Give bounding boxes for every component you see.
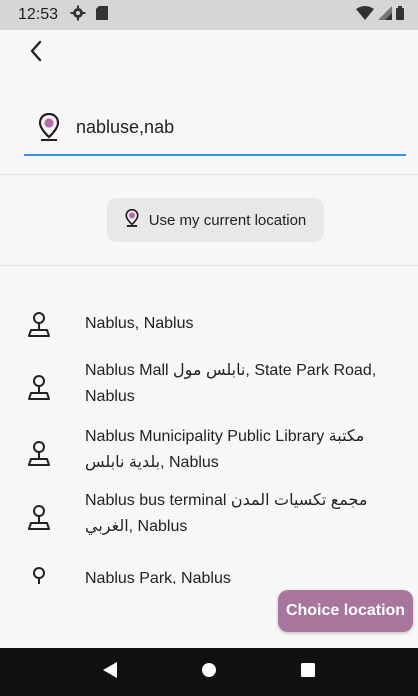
use-current-location-label: Use my current location [148,211,307,229]
wifi-icon [356,5,374,25]
result-text: Nablus Municipality Public Library مكتبة… [85,428,365,471]
result-text: Nablus bus terminal مجمع تكسيات المدن ال… [85,492,368,535]
results-list: Nablus, Nablus Nablus Mall نابلس مول, St… [0,298,418,584]
battery-icon [396,5,404,25]
search-field[interactable] [24,100,406,156]
nav-recents-button[interactable] [288,652,328,692]
sim-card-icon [96,5,109,25]
gear-icon [70,5,86,26]
map-pin-icon [27,311,51,337]
map-pin-icon [27,374,51,400]
result-text: Nablus, Nablus [85,315,194,332]
divider [0,174,418,175]
nav-home-button[interactable] [189,652,229,692]
recents-square-icon [300,662,316,683]
use-current-location-button[interactable]: Use my current location [107,198,324,242]
home-circle-icon [201,662,217,683]
result-item[interactable]: Nablus Mall نابلس مول, State Park Road, … [0,356,418,414]
system-nav-bar [0,648,418,696]
nav-back-button[interactable] [90,652,130,692]
status-right-icons [356,5,404,25]
result-text: Nablus Park, Nablus [85,570,231,584]
back-triangle-icon [102,661,118,684]
map-pin-icon [27,566,51,584]
result-item[interactable]: Nablus, Nablus [0,298,418,350]
result-item[interactable]: Nablus Park, Nablus [0,564,418,584]
search-input[interactable] [76,112,376,142]
map-pin-icon [27,504,51,530]
divider [0,265,418,266]
status-time: 12:53 [18,6,59,23]
result-text: Nablus Mall نابلس مول, State Park Road, … [85,362,377,405]
location-pin-icon [36,111,62,143]
choice-location-label: Choice location [285,602,406,619]
result-item[interactable]: Nablus Municipality Public Library مكتبة… [0,424,418,482]
status-bar: 12:53 [0,0,418,30]
status-left-icons [70,5,109,26]
result-item[interactable]: Nablus bus terminal مجمع تكسيات المدن ال… [0,488,418,546]
signal-icon [378,5,392,25]
back-button[interactable] [22,38,50,68]
choice-location-button[interactable]: Choice location [278,590,413,632]
map-pin-icon [27,440,51,466]
chevron-left-icon [29,40,43,67]
location-pin-icon [125,208,139,232]
